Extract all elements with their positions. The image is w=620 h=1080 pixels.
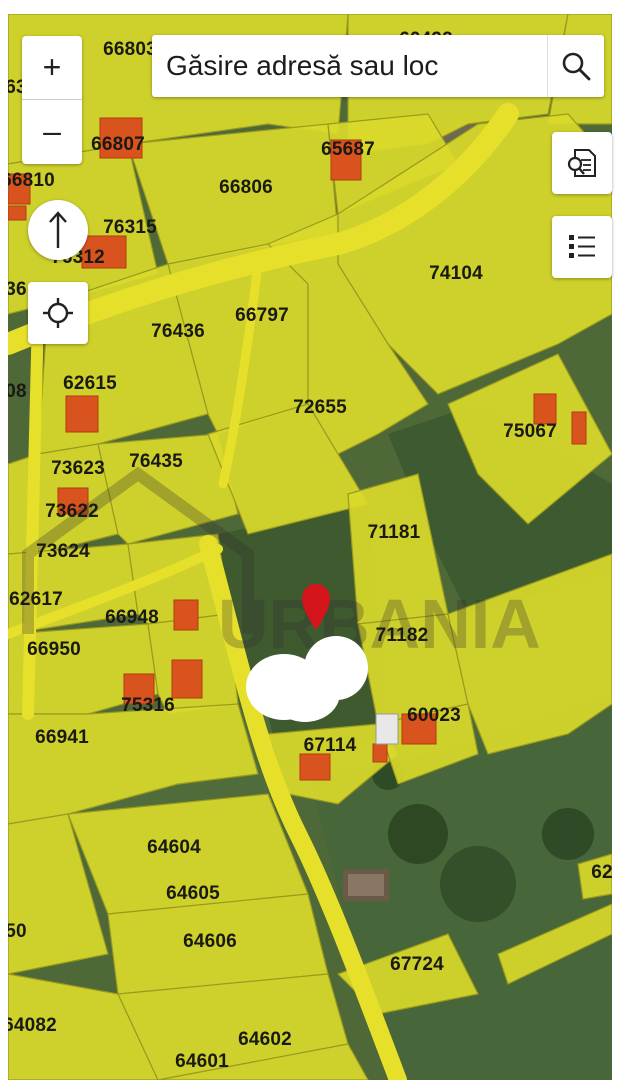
parcel-label: 66810 xyxy=(8,170,55,191)
parcel-label: 36 xyxy=(8,279,27,300)
parcel-label: 62 xyxy=(591,862,612,883)
parcel-label: 66950 xyxy=(27,639,81,660)
parcel-label: 76435 xyxy=(129,451,183,472)
parcel-label: 75067 xyxy=(503,421,557,442)
identify-icon xyxy=(567,149,596,177)
legend-button[interactable] xyxy=(552,216,612,278)
zoom-out-button[interactable]: – xyxy=(22,99,82,163)
parcel-label: 66797 xyxy=(235,305,289,326)
search-icon xyxy=(562,52,591,81)
parcel-label: 74104 xyxy=(429,263,483,284)
parcel-label: 66806 xyxy=(219,177,273,198)
parcel-label: 67724 xyxy=(390,954,444,975)
parcel-label: 66807 xyxy=(91,134,145,155)
map-canvas[interactable]: URBANIA 66803 60492 66807 65687 66810 66… xyxy=(8,14,612,1080)
parcel-label: 71181 xyxy=(367,522,421,543)
parcel-label: 64605 xyxy=(166,883,220,904)
zoom-in-button[interactable]: + xyxy=(22,36,82,99)
parcel-label: 71182 xyxy=(375,625,429,646)
parcel-label: 66941 xyxy=(35,727,89,748)
identify-button[interactable] xyxy=(552,132,612,194)
parcel-label: 64601 xyxy=(175,1051,229,1072)
parcel-label: 65687 xyxy=(321,139,375,160)
parcel-label: 66803 xyxy=(103,39,157,60)
parcel-label: 76436 xyxy=(151,321,205,342)
search-bar xyxy=(152,35,604,97)
parcel-label: 62617 xyxy=(9,589,63,610)
zoom-control: + – xyxy=(22,36,82,164)
parcel-label: 73624 xyxy=(36,541,90,562)
svg-text:URBANIA: URBANIA xyxy=(218,585,541,663)
parcel-label: 66948 xyxy=(105,607,159,628)
parcel-label: 72655 xyxy=(293,397,347,418)
parcel-label: 64082 xyxy=(8,1015,57,1036)
parcel-label: 73623 xyxy=(51,458,105,479)
parcel-label: 64602 xyxy=(238,1029,292,1050)
location-marker-icon[interactable] xyxy=(300,584,332,630)
parcel-label: 64606 xyxy=(183,931,237,952)
locate-button[interactable] xyxy=(28,282,88,344)
north-arrow-button[interactable] xyxy=(28,200,88,260)
legend-list-icon xyxy=(569,235,595,258)
locate-crosshair-icon xyxy=(43,298,73,328)
parcel-label: 64604 xyxy=(147,837,201,858)
north-arrow-icon xyxy=(49,211,67,248)
privacy-blur xyxy=(304,636,368,700)
parcel-label: 62615 xyxy=(63,373,117,394)
search-button[interactable] xyxy=(547,35,604,97)
parcel-label: 73622 xyxy=(45,501,99,522)
search-input[interactable] xyxy=(152,35,544,97)
parcel-label: 76315 xyxy=(103,217,157,238)
watermark-logo: URBANIA xyxy=(22,466,541,663)
parcel-label: 60023 xyxy=(407,705,461,726)
parcel-label: 67114 xyxy=(303,735,357,756)
parcel-label: 50 xyxy=(8,921,27,942)
parcel-label: 75316 xyxy=(121,695,175,716)
parcel-label: 08 xyxy=(8,381,27,402)
